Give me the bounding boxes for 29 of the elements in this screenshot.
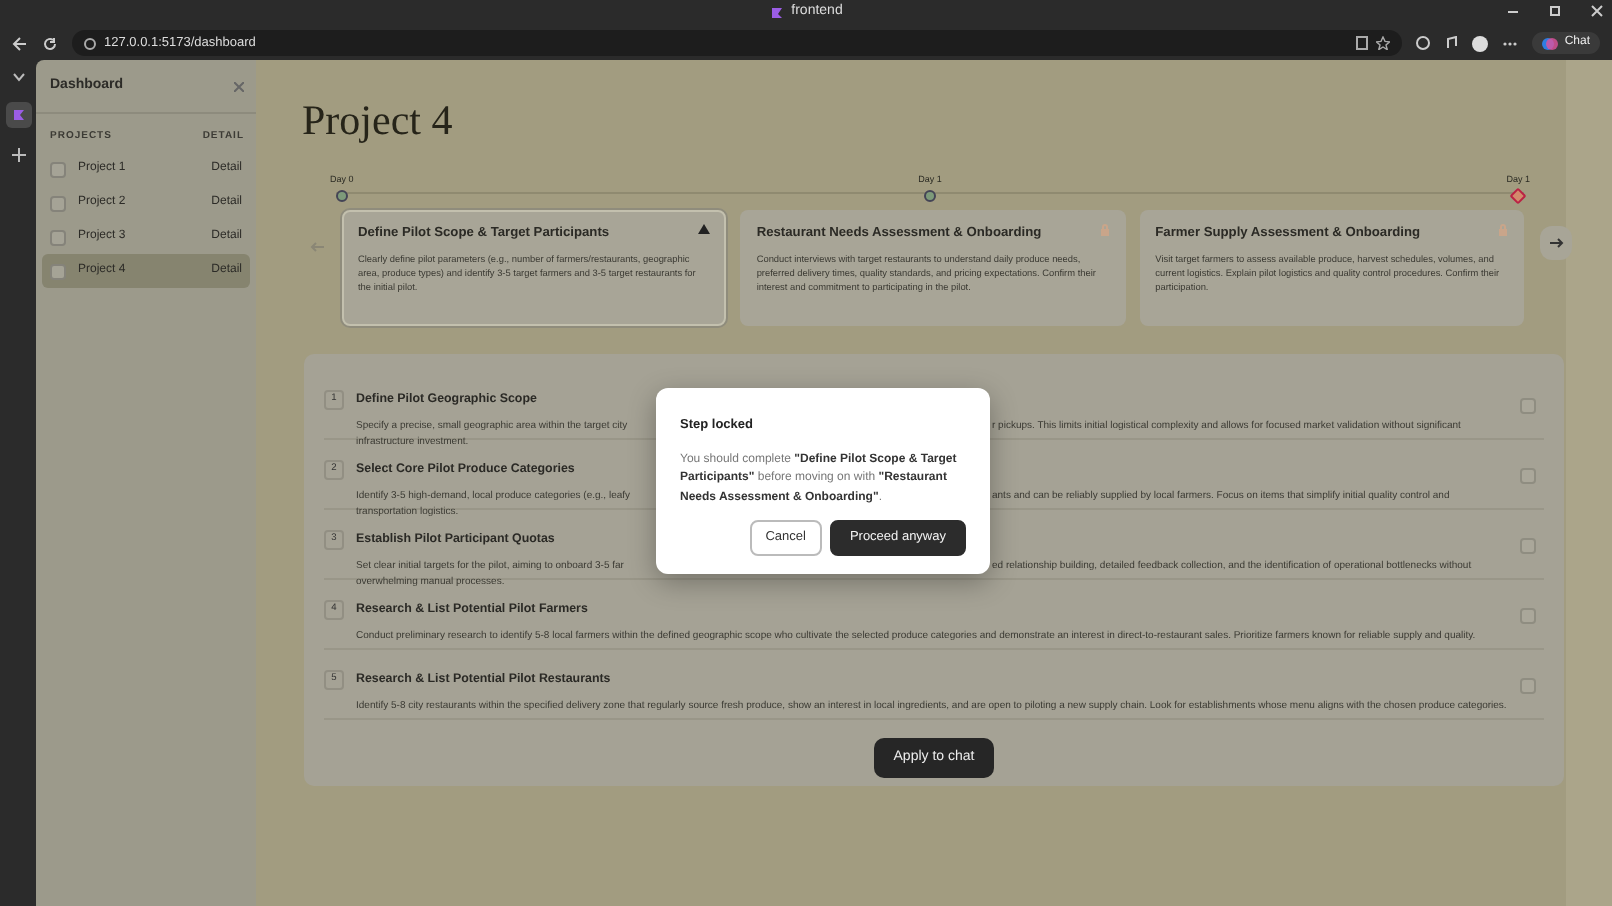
app-logo-icon: [769, 6, 784, 20]
plus-icon[interactable]: [11, 148, 25, 162]
chevron-down-icon[interactable]: [11, 72, 25, 82]
checkbox[interactable]: [50, 161, 66, 177]
checkbox[interactable]: [1520, 537, 1536, 554]
page-title: Project 4: [302, 100, 455, 142]
reader-icon[interactable]: [1356, 36, 1369, 50]
step-card[interactable]: [342, 209, 727, 326]
copilot-icon: [1542, 35, 1559, 51]
reload-icon[interactable]: [42, 35, 58, 51]
back-icon[interactable]: [12, 35, 28, 51]
restore-icon[interactable]: [1548, 4, 1562, 18]
app-icon[interactable]: [5, 102, 31, 128]
lock-icon: [1497, 223, 1508, 236]
lock-icon: [1099, 223, 1110, 236]
checkbox[interactable]: [50, 195, 66, 211]
checkbox[interactable]: [1520, 397, 1536, 414]
star-icon[interactable]: [1376, 36, 1391, 50]
caret-up-icon[interactable]: [698, 223, 711, 234]
step-card[interactable]: [740, 209, 1126, 326]
step-card[interactable]: [1139, 209, 1524, 326]
checkbox[interactable]: [1520, 467, 1536, 484]
checkbox[interactable]: [1520, 677, 1536, 694]
checkbox[interactable]: [50, 263, 66, 279]
checkbox[interactable]: [1520, 607, 1536, 624]
right-arrow-icon: [1549, 237, 1563, 248]
avatar-icon[interactable]: [1472, 35, 1489, 51]
next-button[interactable]: [1540, 225, 1572, 260]
checkbox[interactable]: [50, 229, 66, 245]
